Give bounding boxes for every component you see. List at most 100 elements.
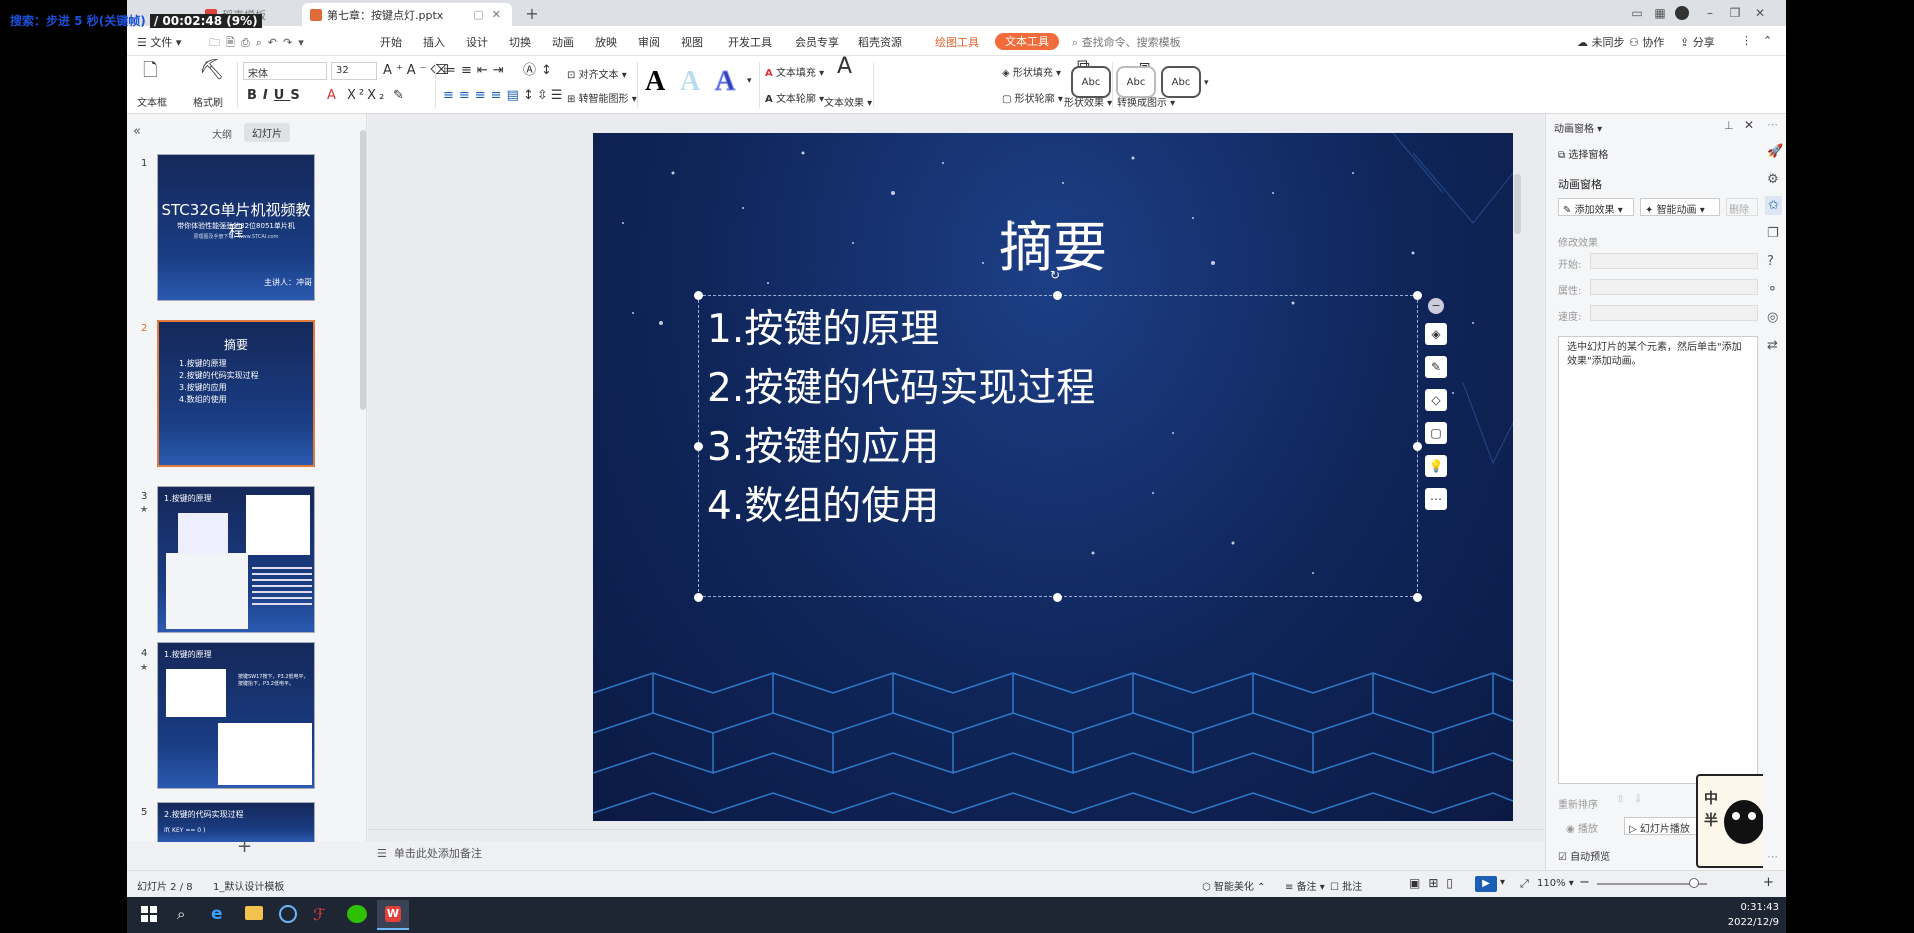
template-name[interactable]: 1_默认设计模板 <box>213 878 284 893</box>
spacing-buttons[interactable]: ↕⇳☰ <box>523 89 565 103</box>
font-color-icon[interactable]: A <box>327 89 336 103</box>
textbox-icon[interactable]: 🗋 <box>143 62 157 80</box>
edge-icon[interactable]: e <box>211 904 223 924</box>
autopreview-checkbox[interactable]: ☑ 自动预览 <box>1558 848 1610 863</box>
wordart-style-black[interactable]: A <box>645 66 665 98</box>
menu-text-tools[interactable]: 文本工具 <box>995 33 1059 50</box>
slide[interactable]: 摘要 1.按键的原理 2.按键的代码实现过程 3.按键的应用 4.数组的使用 ↻… <box>593 133 1513 821</box>
slide-thumbnail-4[interactable]: 1.按键的原理 按键SW17按下，P3.2低电平，按键抬下，P3.2低电平。 <box>157 642 315 789</box>
content-textbox[interactable]: 1.按键的原理 2.按键的代码实现过程 3.按键的应用 4.数组的使用 <box>698 295 1418 597</box>
slide-thumbnail-3[interactable]: 1.按键的原理 <box>157 486 315 633</box>
menu-slideshow[interactable]: 放映 <box>595 34 617 50</box>
grid-icon[interactable]: ▦ <box>1652 5 1668 21</box>
format-painter-button[interactable]: 格式刷 <box>193 94 223 109</box>
system-clock[interactable]: 0:31:43 2022/12/9 <box>1717 900 1779 930</box>
animation-list[interactable]: 选中幻灯片的某个元素，然后单击"添加效果"添加动画。 <box>1558 336 1758 784</box>
move-up-icon[interactable]: ⇧ ⇩ <box>1616 794 1642 805</box>
rocket-icon[interactable]: 🚀 <box>1767 144 1783 159</box>
pane-title[interactable]: 动画窗格 ▾ <box>1554 120 1602 135</box>
layers-icon[interactable]: ◈ <box>1425 323 1447 345</box>
script-buttons[interactable]: X²X₂ <box>347 89 387 103</box>
restore-icon[interactable]: ❐ <box>1727 5 1743 21</box>
shape-fill-button[interactable]: ◈ 形状填充 ▾ <box>1002 64 1061 79</box>
menu-drawing-tools[interactable]: 绘图工具 <box>935 34 979 50</box>
search-icon[interactable]: ⌕ <box>177 905 185 923</box>
resize-handle[interactable] <box>694 442 703 451</box>
menu-animation[interactable]: 动画 <box>552 34 574 50</box>
align-text-button[interactable]: ⊡ 对齐文本 ▾ <box>567 66 627 81</box>
play-slideshow-button[interactable]: ▶ <box>1475 876 1497 892</box>
location-icon[interactable]: ◎ <box>1767 310 1778 325</box>
direction-buttons[interactable]: Ⓐ↕ <box>523 64 557 78</box>
notes-area[interactable]: ☰ 单击此处添加备注 <box>377 845 482 861</box>
pin-icon[interactable]: ⊥ <box>1724 119 1734 132</box>
wordart-more-icon[interactable]: ▾ <box>747 74 752 88</box>
more-icon[interactable]: ⋮ <box>1741 34 1752 47</box>
file-explorer-icon[interactable] <box>245 906 263 920</box>
resize-handle[interactable] <box>694 291 703 300</box>
font-style-buttons[interactable]: BIUS <box>247 89 306 103</box>
canvas-scrollbar[interactable] <box>1514 174 1521 234</box>
menu-member[interactable]: 会员专享 <box>795 34 839 50</box>
wordart-style-outline[interactable]: A <box>714 66 735 98</box>
window-icon[interactable]: ▢ <box>473 8 483 21</box>
pen-icon[interactable]: ✎ <box>1425 356 1447 378</box>
text-fill-button[interactable]: A 文本填充 ▾ <box>765 64 824 79</box>
animation-pane-icon[interactable]: ✩ <box>1765 196 1782 215</box>
list-buttons[interactable]: ≔≡⇤⇥ <box>443 64 509 78</box>
collapse-icon[interactable]: − <box>1428 298 1444 314</box>
border-icon[interactable]: ▢ <box>1425 422 1447 444</box>
zoom-out-icon[interactable]: − <box>1579 875 1590 890</box>
textbox-button[interactable]: 文本框 <box>137 94 167 109</box>
resize-handle[interactable] <box>1053 291 1062 300</box>
resize-handle[interactable] <box>1053 593 1062 602</box>
zoom-in-icon[interactable]: + <box>1763 875 1774 890</box>
more-tools-icon[interactable]: ⋯ <box>1767 850 1778 863</box>
menu-insert[interactable]: 插入 <box>423 34 445 50</box>
start-select[interactable] <box>1590 253 1758 269</box>
delete-button[interactable]: 删除 <box>1726 198 1758 216</box>
collapse-ribbon-icon[interactable]: ⌃ <box>1763 34 1772 47</box>
layout-icon[interactable]: ▭ <box>1629 5 1645 21</box>
close-pane-icon[interactable]: ✕ <box>1744 118 1754 132</box>
collab-button[interactable]: ⚇ 协作 <box>1629 34 1664 50</box>
windows-start-icon[interactable] <box>141 906 157 922</box>
highlight-icon[interactable]: ✎ <box>393 89 404 103</box>
play-button[interactable]: ◉ 播放 <box>1566 820 1598 835</box>
shape-style-2[interactable]: Abc <box>1116 66 1156 98</box>
avatar[interactable] <box>1675 6 1689 20</box>
quick-access-toolbar[interactable]: 🗀🗎⎙⌕↶↷▾ <box>209 34 310 53</box>
shape-style-3[interactable]: Abc <box>1161 66 1201 98</box>
slide-thumbnail-2[interactable]: 摘要 1.按键的原理 2.按键的代码实现过程 3.按键的应用 4.数组的使用 <box>157 320 315 467</box>
zoom-level[interactable]: 110% ▾ <box>1537 878 1574 889</box>
slide-thumbnail-5[interactable]: 2.按键的代码实现过程 if( KEY == 0 ) <box>157 802 315 842</box>
pdf-app-icon[interactable]: ℱ <box>313 905 326 924</box>
resize-handle[interactable] <box>694 593 703 602</box>
tab-slides[interactable]: 幻灯片 <box>244 123 290 142</box>
share-panel-icon[interactable]: ⇄ <box>1767 338 1778 353</box>
bulb-icon[interactable]: 💡 <box>1425 455 1447 477</box>
close-window-icon[interactable]: ✕ <box>1752 5 1768 21</box>
align-buttons[interactable]: ≡≡≡≡▤ <box>443 89 524 103</box>
command-search[interactable]: ⌕ 查找命令、搜索模板 <box>1072 34 1181 50</box>
smart-animation-button[interactable]: ✦ 智能动画 ▾ <box>1640 198 1720 216</box>
slide-thumbnail-1[interactable]: STC32G单片机视频教程 带你体验性能强劲的32位8051单片机 原理图及手册… <box>157 154 315 301</box>
close-tab-icon[interactable]: ✕ <box>492 8 501 21</box>
shape-style-more-icon[interactable]: ▾ <box>1204 76 1209 90</box>
fill-icon[interactable]: ◇ <box>1425 389 1447 411</box>
share-button[interactable]: ⇪ 分享 <box>1680 34 1715 50</box>
slides-icon[interactable]: ❐ <box>1767 226 1779 241</box>
zoom-slider-thumb[interactable] <box>1689 878 1699 888</box>
wps-taskbar-item[interactable]: W <box>377 900 409 930</box>
slideshow-button[interactable]: ▷ 幻灯片播放 <box>1624 817 1700 835</box>
notes-button[interactable]: ≡ 备注 ▾ <box>1285 878 1325 893</box>
font-size-select[interactable]: 32 <box>331 62 377 80</box>
translate-icon[interactable]: ⚬ <box>1767 282 1778 297</box>
more-options-icon[interactable]: ⋯ <box>1425 488 1447 510</box>
menu-file[interactable]: ☰ 文件 ▾ <box>137 34 181 50</box>
shape-outline-button[interactable]: ▢ 形状轮廓 ▾ <box>1002 90 1063 105</box>
menu-docer[interactable]: 稻壳资源 <box>858 34 902 50</box>
fit-icon[interactable]: ⤢ <box>1520 877 1529 891</box>
resize-handle[interactable] <box>1413 291 1422 300</box>
add-effect-button[interactable]: ✎ 添加效果 ▾ <box>1558 198 1634 216</box>
